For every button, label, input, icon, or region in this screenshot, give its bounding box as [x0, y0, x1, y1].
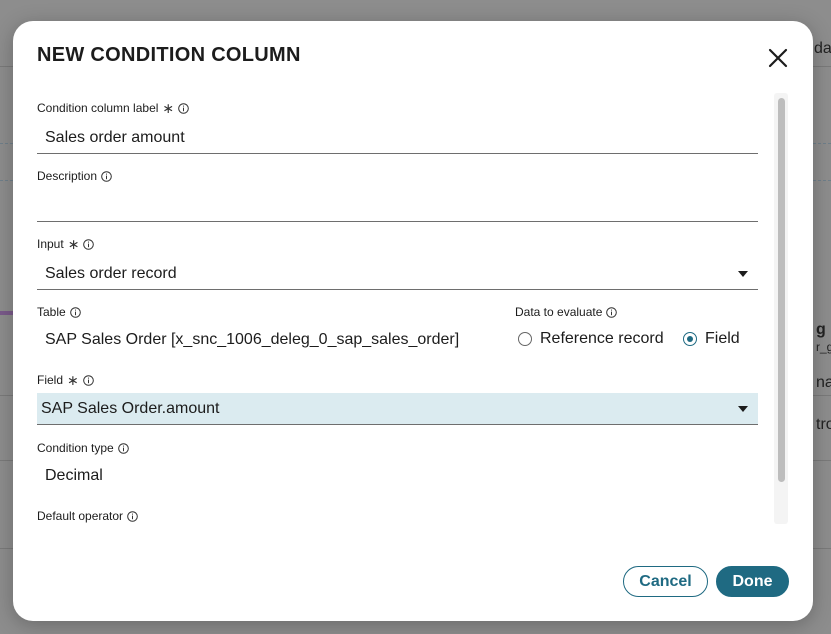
info-icon[interactable]	[69, 306, 81, 318]
condition-type-label-text: Condition type	[37, 441, 114, 455]
chevron-down-icon	[738, 271, 748, 277]
field-select[interactable]: SAP Sales Order.amount	[37, 393, 758, 425]
required-asterisk-icon: ∗	[67, 236, 80, 252]
chevron-down-icon	[738, 406, 748, 412]
info-icon[interactable]	[117, 442, 129, 454]
condition-label-label: Condition column label ∗	[37, 101, 189, 115]
info-icon[interactable]	[178, 102, 189, 114]
input-label: Input ∗	[37, 236, 95, 252]
data-to-evaluate-label: Data to evaluate	[515, 305, 618, 319]
background-text: r_g	[816, 340, 831, 354]
info-icon[interactable]	[606, 306, 618, 318]
radio-label: Reference record	[540, 330, 664, 347]
field-label-text: Field	[37, 373, 64, 387]
condition-label-text: Condition column label	[37, 101, 159, 115]
close-icon[interactable]	[765, 45, 791, 71]
table-label: Table	[37, 305, 81, 319]
dialog-title: NEW CONDITION COLUMN	[37, 44, 301, 66]
background-text: g	[816, 321, 826, 338]
new-condition-column-dialog: NEW CONDITION COLUMN Condition column la…	[13, 21, 813, 621]
info-icon[interactable]	[101, 170, 112, 182]
default-operator-label: Default operator	[37, 509, 138, 523]
condition-label-input[interactable]: Sales order amount	[37, 122, 758, 154]
field-select-value: SAP Sales Order.amount	[41, 400, 220, 417]
radio-field[interactable]: Field	[683, 330, 740, 348]
radio-unchecked-icon	[518, 332, 532, 346]
scrollbar-thumb[interactable]	[778, 98, 785, 482]
table-label-text: Table	[37, 305, 66, 319]
done-button[interactable]: Done	[716, 566, 789, 597]
cancel-button[interactable]: Cancel	[623, 566, 708, 597]
condition-type-value: Decimal	[45, 467, 103, 484]
background-text: tro	[816, 416, 831, 433]
table-value: SAP Sales Order [x_snc_1006_deleg_0_sap_…	[45, 331, 460, 348]
field-label: Field ∗	[37, 373, 94, 387]
description-label-text: Description	[37, 169, 98, 183]
data-to-evaluate-label-text: Data to evaluate	[515, 305, 603, 319]
info-icon[interactable]	[82, 374, 94, 386]
required-asterisk-icon: ∗	[162, 100, 175, 116]
input-select[interactable]: Sales order record	[37, 258, 758, 290]
info-icon[interactable]	[83, 238, 95, 250]
description-input[interactable]	[37, 190, 758, 222]
description-label: Description	[37, 169, 112, 183]
dialog-body: Condition column label ∗ Sales order amo…	[13, 85, 813, 525]
input-label-text: Input	[37, 237, 64, 251]
background-accent-bar	[0, 311, 14, 315]
condition-type-label: Condition type	[37, 441, 129, 455]
radio-checked-icon	[683, 332, 697, 346]
required-asterisk-icon: ∗	[67, 372, 79, 388]
input-select-value: Sales order record	[45, 265, 177, 282]
background-text: na	[816, 374, 831, 391]
background-text: da	[814, 40, 831, 57]
radio-reference-record[interactable]: Reference record	[518, 330, 664, 348]
info-icon[interactable]	[127, 510, 138, 522]
default-operator-label-text: Default operator	[37, 509, 124, 523]
radio-label: Field	[705, 330, 740, 347]
